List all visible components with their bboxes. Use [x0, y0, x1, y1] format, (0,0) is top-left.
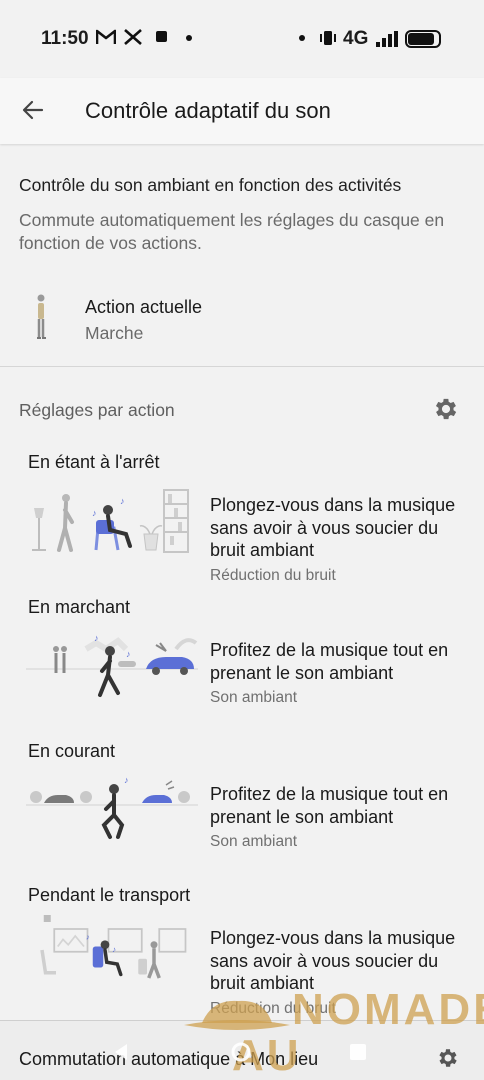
svg-text:♪: ♪: [94, 633, 99, 643]
svg-text:♪: ♪: [112, 945, 116, 954]
svg-text:♪: ♪: [126, 649, 131, 659]
section-title: Réglages par action: [19, 400, 175, 420]
action-description: Plongez-vous dans la musique sans avoir …: [210, 928, 456, 993]
action-mode: Son ambiant: [210, 833, 298, 850]
signal-icon: [376, 31, 400, 47]
action-title: En marchant: [28, 597, 131, 617]
action-description: Profitez de la musique tout en prenant l…: [210, 784, 449, 827]
gear-icon[interactable]: [432, 395, 460, 423]
action-item-transport[interactable]: Pendant le transport ♪ ♪ Plongez-vous da…: [0, 885, 484, 1017]
page-title: Contrôle adaptatif du son: [85, 98, 331, 123]
nav-recents-icon[interactable]: [350, 1044, 366, 1060]
action-title: Pendant le transport: [28, 885, 191, 905]
walking-illustration: ♪ ♪: [26, 633, 198, 697]
nav-back-icon[interactable]: [112, 1043, 130, 1061]
vibrate-icon: [320, 31, 336, 45]
dot-icon: [299, 35, 305, 41]
svg-text:♪: ♪: [86, 933, 90, 942]
stationary-illustration: ♪ ♪: [32, 489, 189, 553]
action-item-stationary[interactable]: En étant à l'arrêt ♪ ♪ Plongez-vous dans…: [0, 452, 484, 592]
gear-icon[interactable]: [436, 1046, 460, 1070]
app-bar: Contrôle adaptatif du son: [0, 78, 484, 144]
status-time: 11:50: [41, 28, 89, 49]
running-illustration: ♪: [26, 775, 198, 839]
action-mode: Réduction du bruit: [210, 567, 336, 584]
action-mode: Son ambiant: [210, 689, 298, 706]
dot-icon: [186, 35, 192, 41]
action-title: En courant: [28, 741, 116, 761]
gmail-icon: [96, 29, 116, 44]
x-icon: [124, 29, 142, 45]
current-action: Action actuelle Marche: [0, 285, 484, 357]
current-action-value: Marche: [85, 323, 144, 343]
action-title: En étant à l'arrêt: [28, 452, 160, 472]
network-type: 4G: [343, 28, 369, 49]
status-bar: 11:50 4G: [0, 0, 484, 78]
standing-person-icon: [37, 294, 46, 339]
intro-description: Commute automatiquement les réglages du …: [19, 210, 445, 253]
back-arrow-icon[interactable]: [20, 97, 46, 123]
action-item-running[interactable]: En courant ♪ Profitez de la musique tout…: [0, 741, 484, 851]
current-action-label: Action actuelle: [85, 297, 203, 317]
svg-text:♪: ♪: [124, 775, 129, 785]
app-icon: [156, 31, 167, 42]
transport-illustration: ♪ ♪: [40, 915, 187, 979]
battery-icon: [405, 30, 441, 48]
action-item-walking[interactable]: En marchant ♪ ♪ Profitez de la musique t…: [0, 597, 484, 707]
svg-text:♪: ♪: [120, 496, 125, 506]
divider: [0, 366, 484, 367]
auto-switch-label: Commutation automatique à Mon lieu: [19, 1049, 319, 1069]
action-description: Plongez-vous dans la musique sans avoir …: [210, 495, 456, 560]
intro-heading: Contrôle du son ambiant en fonction des …: [19, 175, 402, 195]
action-mode: Réduction du bruit: [210, 1000, 336, 1017]
action-description: Profitez de la musique tout en prenant l…: [210, 640, 449, 683]
svg-text:♪: ♪: [92, 508, 97, 518]
nav-home-icon[interactable]: [231, 1042, 251, 1062]
